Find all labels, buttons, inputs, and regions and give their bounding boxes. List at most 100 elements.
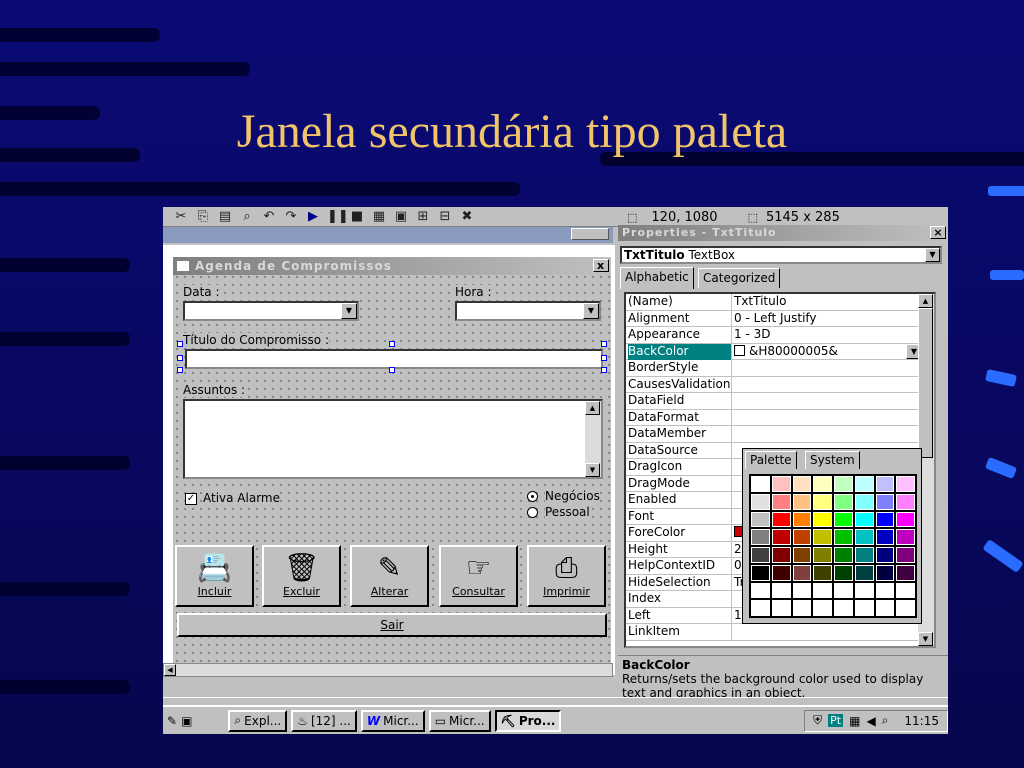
color-cell[interactable] (834, 600, 853, 616)
color-cell[interactable] (792, 476, 812, 492)
scroll-thumb[interactable] (918, 308, 933, 458)
color-cell[interactable] (792, 529, 812, 545)
excluir-button[interactable]: 🗑 Excluir (262, 545, 341, 607)
task-word[interactable]: W Micr... (360, 709, 425, 732)
color-cell[interactable] (771, 564, 791, 581)
toolbox-icon[interactable]: ✖ (459, 209, 475, 224)
form-close-button[interactable]: x (593, 259, 609, 272)
color-cell[interactable] (854, 493, 874, 510)
shield-icon[interactable]: ⛨ (813, 713, 822, 728)
network-icon[interactable]: ▦ (849, 714, 860, 728)
color-cell[interactable] (834, 547, 853, 563)
color-cell[interactable] (896, 529, 915, 545)
selection-handle[interactable] (601, 341, 607, 347)
color-cell[interactable] (792, 511, 812, 528)
alterar-button[interactable]: ✎ Alterar (350, 545, 429, 607)
color-cell[interactable] (875, 600, 895, 616)
object-browser-icon[interactable]: ⊟ (437, 209, 453, 224)
form-layout-icon[interactable]: ⊞ (415, 209, 431, 224)
color-cell[interactable] (834, 529, 853, 545)
color-cell[interactable] (854, 600, 874, 616)
color-cell[interactable] (854, 476, 874, 492)
properties-close-button[interactable]: × (930, 226, 946, 239)
scroll-down-icon[interactable]: ▼ (585, 463, 600, 477)
task-powerpoint[interactable]: ▭ Micr... (428, 709, 491, 732)
color-cell[interactable] (854, 511, 874, 528)
find-icon[interactable]: ⌕ (239, 209, 255, 224)
chevron-down-icon[interactable]: ▼ (583, 303, 599, 319)
tab-system[interactable]: System (805, 451, 860, 469)
color-cell[interactable] (834, 511, 853, 528)
imprimir-button[interactable]: ⎙ Imprimir (527, 545, 606, 607)
redo-icon[interactable]: ↷ (283, 209, 299, 224)
color-cell[interactable] (854, 582, 874, 599)
color-cell[interactable] (896, 476, 915, 492)
scroll-left-icon[interactable]: ◀ (164, 664, 176, 676)
task-browser[interactable]: ♨ [12] ... (291, 709, 357, 732)
property-row[interactable]: BackColor &H80000005& ▼ (626, 343, 922, 360)
incluir-button[interactable]: 📇 Incluir (175, 545, 254, 607)
color-cell[interactable] (896, 547, 915, 563)
selection-handle[interactable] (601, 355, 607, 361)
cut-icon[interactable]: ✂ (173, 209, 189, 224)
property-row[interactable]: Appearance 1 - 3D (626, 327, 922, 344)
property-row[interactable]: DataFormat (626, 409, 922, 426)
tab-palette[interactable]: Palette (745, 451, 797, 469)
property-row[interactable]: DataField (626, 393, 922, 410)
color-cell[interactable] (771, 529, 791, 545)
tab-categorized[interactable]: Categorized (698, 268, 781, 288)
color-cell[interactable] (771, 476, 791, 492)
hora-combo[interactable]: ▼ (455, 301, 601, 321)
color-cell[interactable] (751, 582, 770, 599)
quicklaunch-desktop-icon[interactable]: ▣ (181, 714, 192, 728)
negocios-radio[interactable] (527, 491, 538, 502)
color-cell[interactable] (792, 564, 812, 581)
color-cell[interactable] (875, 547, 895, 563)
assuntos-textarea[interactable]: ▲ ▼ (183, 399, 603, 479)
color-cell[interactable] (751, 547, 770, 563)
color-cell[interactable] (792, 600, 812, 616)
color-cell[interactable] (771, 547, 791, 563)
copy-icon[interactable]: ⎘ (195, 209, 211, 224)
paste-icon[interactable]: ▤ (217, 209, 233, 224)
stop-icon[interactable]: ■ (349, 209, 365, 224)
color-cell[interactable] (875, 476, 895, 492)
property-row[interactable]: (Name) TxtTitulo (626, 294, 922, 311)
language-indicator[interactable]: Pt (828, 714, 844, 727)
color-cell[interactable] (875, 564, 895, 581)
color-cell[interactable] (771, 511, 791, 528)
quicklaunch-edit-icon[interactable]: ✎ (167, 714, 177, 728)
color-cell[interactable] (751, 476, 770, 492)
scroll-up-icon[interactable]: ▲ (585, 401, 600, 415)
color-cell[interactable] (875, 511, 895, 528)
color-cell[interactable] (834, 582, 853, 599)
color-cell[interactable] (813, 493, 832, 510)
scrollbar[interactable]: ▲ ▼ (585, 401, 601, 477)
scroll-down-icon[interactable]: ▼ (918, 632, 933, 646)
color-cell[interactable] (854, 547, 874, 563)
color-cell[interactable] (771, 600, 791, 616)
color-cell[interactable] (813, 582, 832, 599)
scroll-up-icon[interactable]: ▲ (918, 294, 933, 308)
object-selector[interactable]: TxtTitulo TextBox ▼ (620, 246, 942, 264)
color-cell[interactable] (875, 582, 895, 599)
property-row[interactable]: BorderStyle (626, 360, 922, 377)
chevron-down-icon[interactable]: ▼ (341, 303, 357, 319)
color-cell[interactable] (834, 564, 853, 581)
volume-icon[interactable]: ◀ (866, 714, 875, 728)
color-cell[interactable] (834, 493, 853, 510)
window-controls[interactable] (571, 228, 609, 240)
pessoal-radio[interactable] (527, 507, 538, 518)
chevron-down-icon[interactable]: ▼ (925, 248, 940, 262)
color-cell[interactable] (771, 493, 791, 510)
color-cell[interactable] (751, 564, 770, 581)
property-row[interactable]: DataMember (626, 426, 922, 443)
task-explorer[interactable]: ⌕ Expl... (228, 709, 288, 732)
color-cell[interactable] (813, 511, 832, 528)
undo-icon[interactable]: ↶ (261, 209, 277, 224)
color-cell[interactable] (751, 529, 770, 545)
color-cell[interactable] (896, 582, 915, 599)
alarme-checkbox[interactable]: ✓ (185, 493, 197, 505)
data-combo[interactable]: ▼ (183, 301, 359, 321)
color-cell[interactable] (751, 600, 770, 616)
